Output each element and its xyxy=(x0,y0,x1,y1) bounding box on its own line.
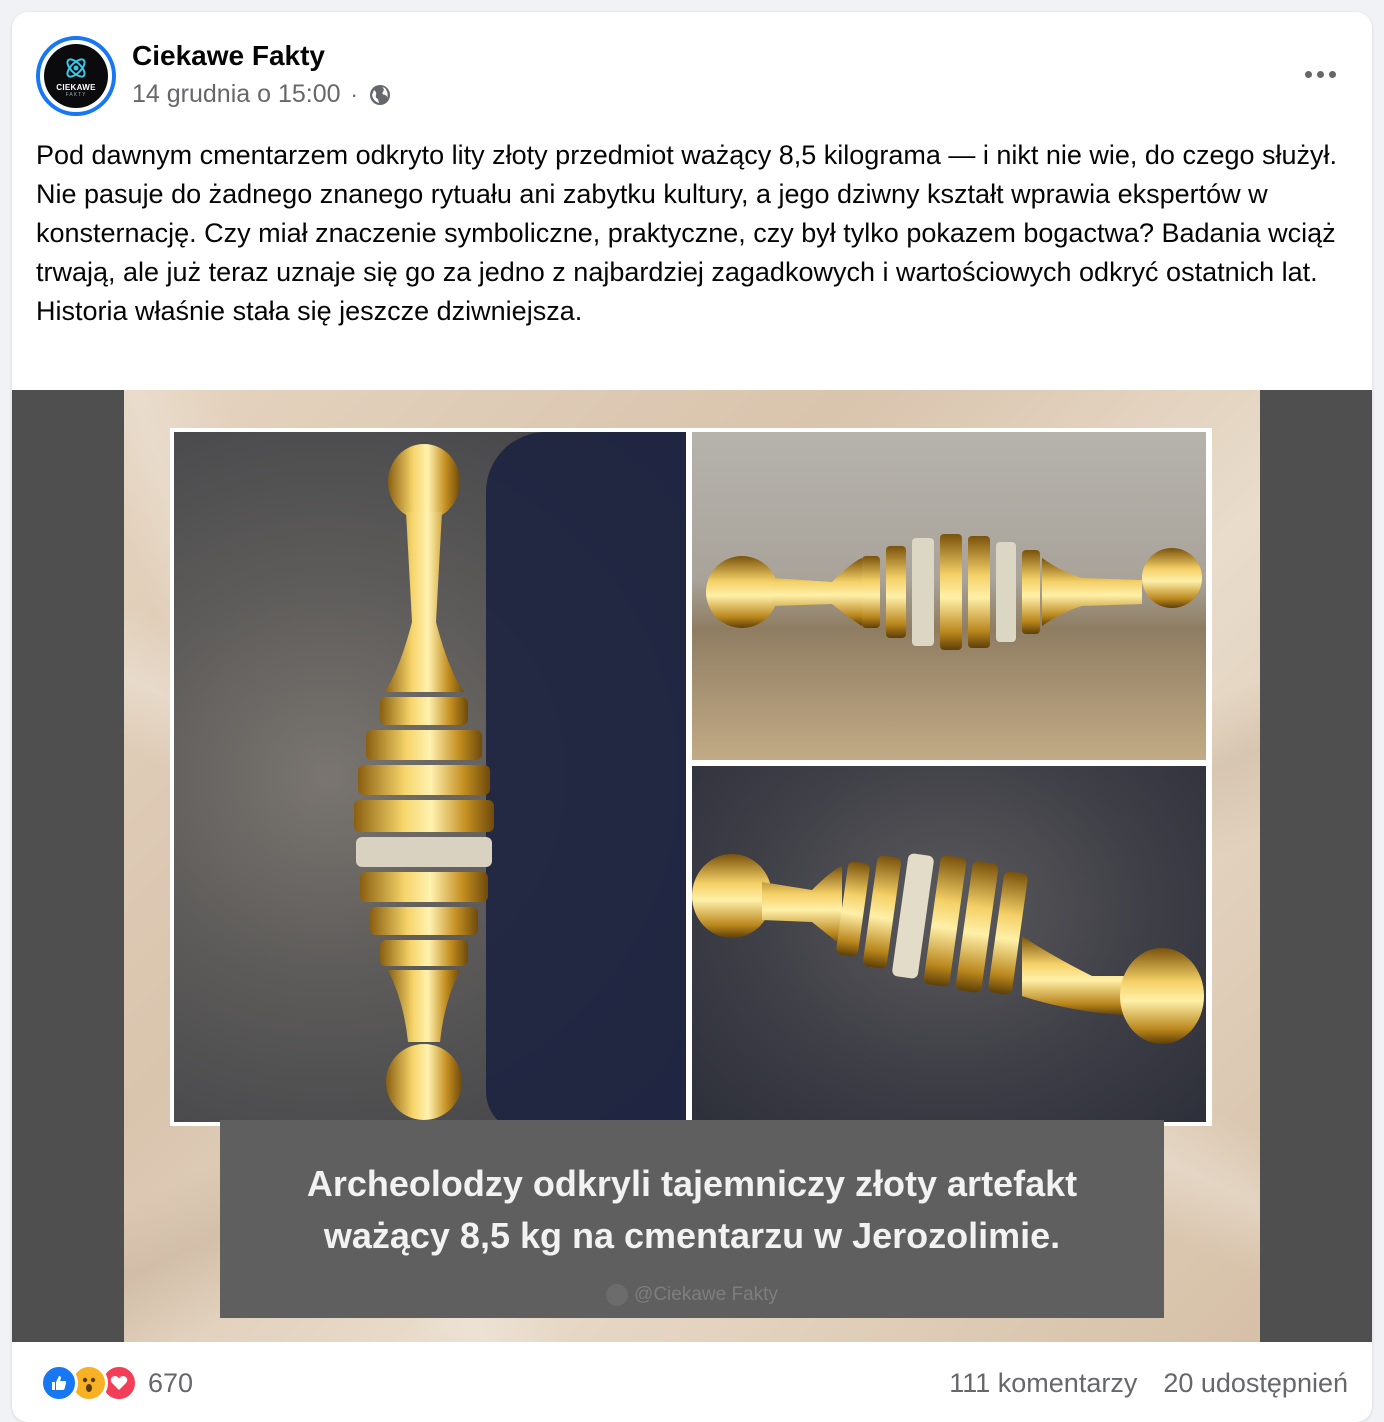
engagement-stats: 111 komentarzy 20 udostępnień xyxy=(949,1368,1348,1399)
person-arm xyxy=(486,432,686,1122)
avatar[interactable]: CIEKAWE FAKTY xyxy=(36,36,116,116)
shares-count[interactable]: 20 udostępnień xyxy=(1163,1368,1348,1399)
post-meta: 14 grudnia o 15:00 · xyxy=(132,80,392,109)
golden-artifact xyxy=(354,444,494,1120)
like-icon xyxy=(40,1364,78,1402)
post-image[interactable]: Archeolodzy odkryli tajemniczy złoty art… xyxy=(12,390,1372,1342)
watermark-logo-icon xyxy=(606,1284,629,1306)
golden-artifact xyxy=(692,853,1204,1044)
more-dot xyxy=(1304,70,1312,78)
reactions-summary[interactable]: 670 xyxy=(40,1364,193,1402)
image-watermark: @Ciekawe Fakty xyxy=(606,1284,778,1306)
globe-icon xyxy=(369,84,390,105)
photo-artifact-table xyxy=(692,432,1206,760)
post-header: CIEKAWE FAKTY Ciekawe Fakty 14 grudnia o… xyxy=(12,12,1372,132)
meta-separator: · xyxy=(350,81,358,107)
more-dot xyxy=(1328,70,1336,78)
watermark-text: @Ciekawe Fakty xyxy=(634,1284,778,1305)
page-name[interactable]: Ciekawe Fakty xyxy=(132,40,325,72)
photo-artifact-hands xyxy=(692,766,1206,1122)
photo-artifact-vertical xyxy=(174,432,686,1122)
post-timestamp[interactable]: 14 grudnia o 15:00 xyxy=(132,80,341,109)
more-dot xyxy=(1316,70,1324,78)
avatar-logo: CIEKAWE FAKTY xyxy=(44,44,108,108)
post-text: Pod dawnym cmentarzem odkryto lity złoty… xyxy=(36,140,1338,326)
post-card: CIEKAWE FAKTY Ciekawe Fakty 14 grudnia o… xyxy=(12,12,1372,1422)
image-caption: Archeolodzy odkryli tajemniczy złoty art… xyxy=(306,1163,1078,1256)
more-options-button[interactable] xyxy=(1296,54,1344,94)
golden-artifact xyxy=(706,534,1202,650)
image-caption-box: Archeolodzy odkryli tajemniczy złoty art… xyxy=(220,1120,1164,1318)
reaction-count: 670 xyxy=(148,1367,194,1398)
comments-count[interactable]: 111 komentarzy xyxy=(949,1368,1137,1399)
post-footer: 670 111 komentarzy 20 udostępnień xyxy=(12,1342,1372,1422)
avatar-text: CIEKAWE xyxy=(56,82,96,92)
image-background: Archeolodzy odkryli tajemniczy złoty art… xyxy=(124,390,1260,1342)
avatar-subtext: FAKTY xyxy=(65,91,87,98)
photo-collage xyxy=(170,428,1212,1126)
atom-icon xyxy=(66,57,86,78)
